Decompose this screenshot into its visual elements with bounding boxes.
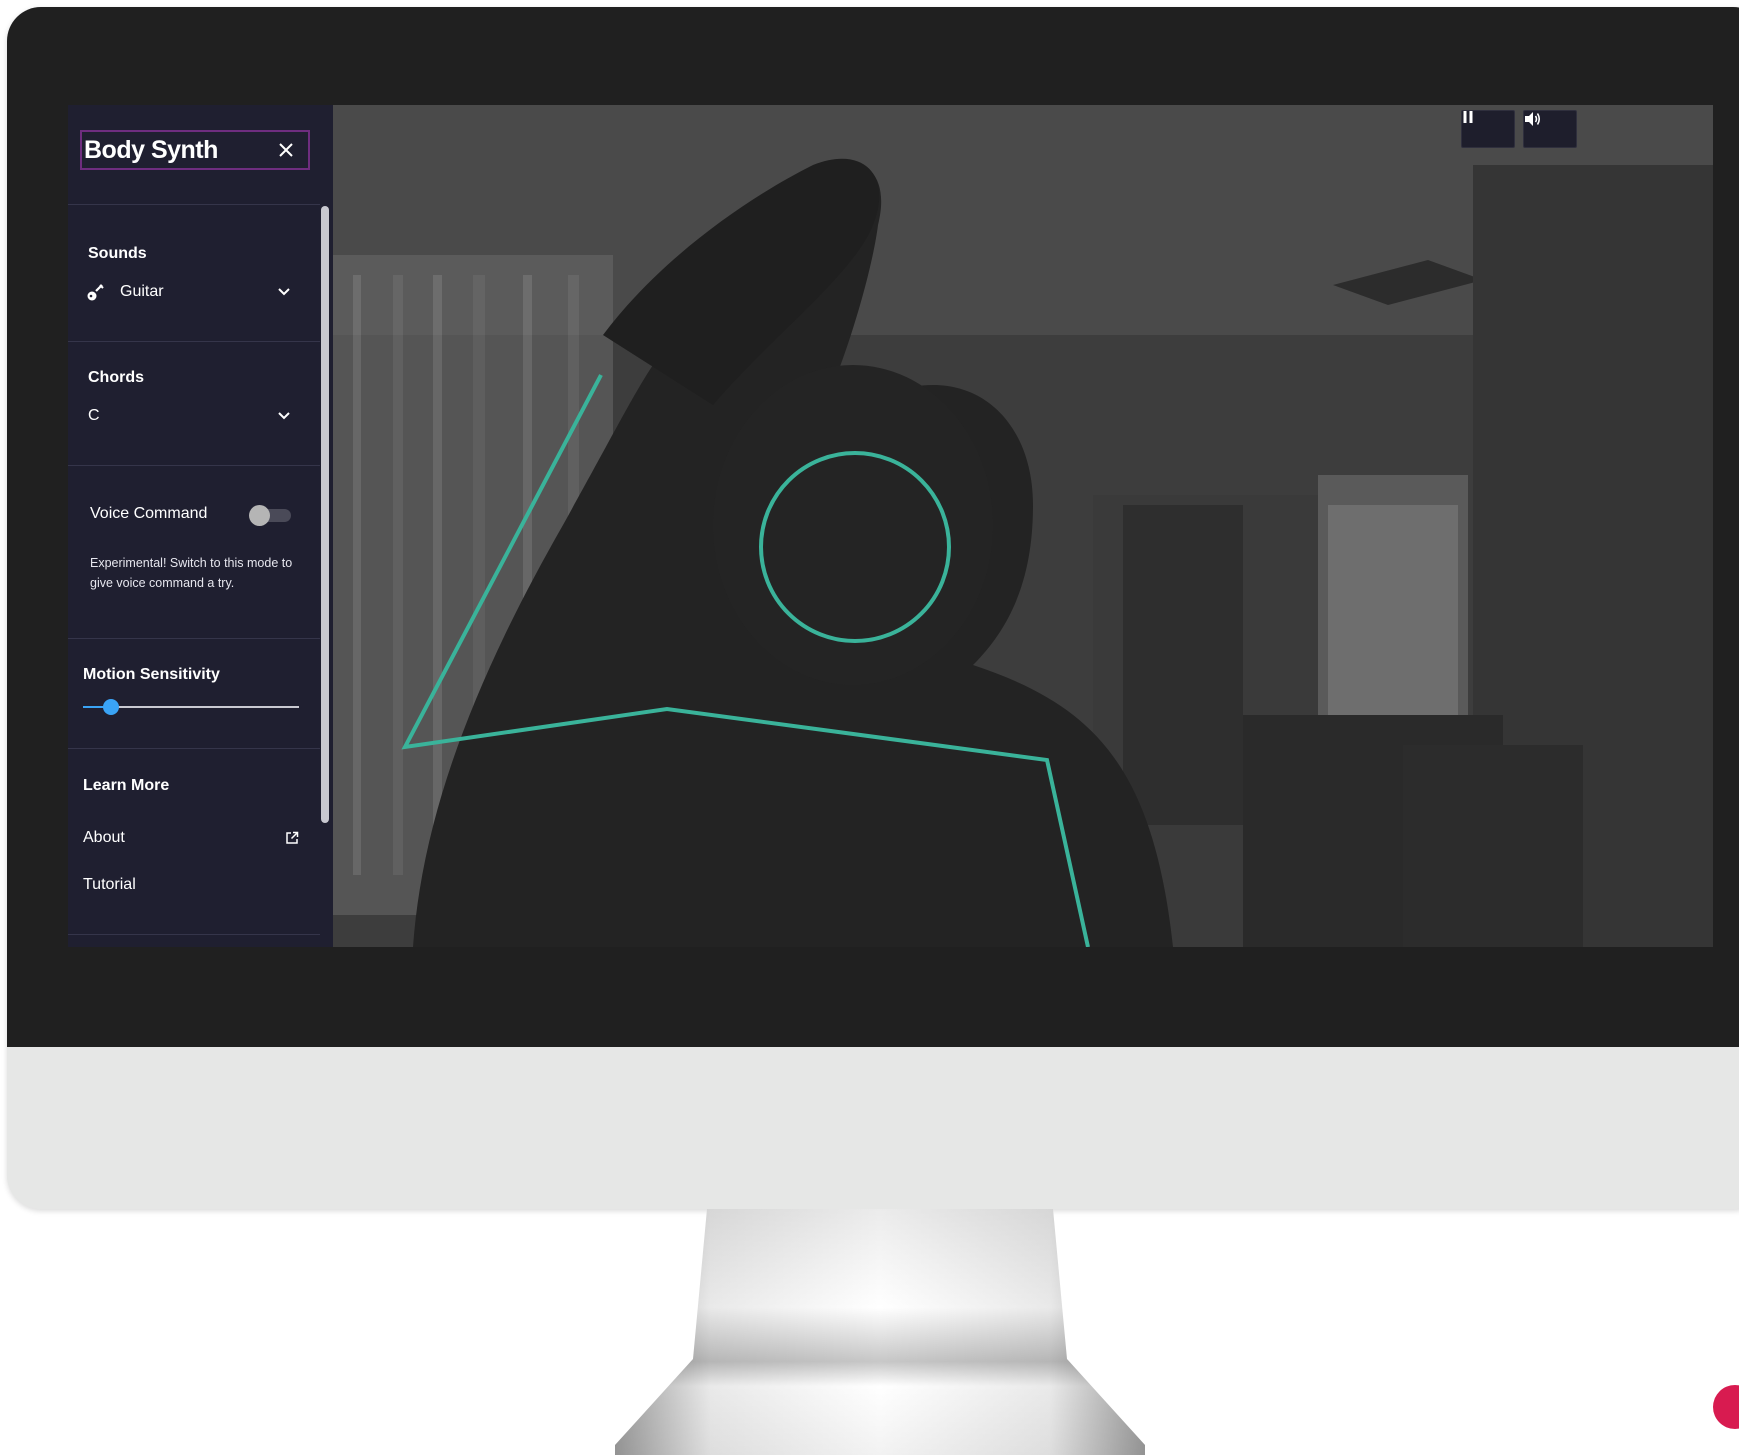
divider <box>68 934 320 935</box>
motion-sensitivity-slider[interactable] <box>83 695 299 719</box>
learn-more-label: Learn More <box>83 777 170 794</box>
chords-label: Chords <box>88 369 144 386</box>
voice-command-label: Voice Command <box>90 505 208 522</box>
external-link-icon[interactable] <box>285 831 299 845</box>
sounds-select[interactable]: Guitar <box>86 277 291 307</box>
sidebar-scroll-thumb[interactable] <box>321 206 329 823</box>
divider <box>68 748 320 749</box>
guitar-icon <box>87 284 104 301</box>
floating-action-dot[interactable] <box>1713 1385 1739 1429</box>
app-title-bar: Body Synth <box>80 130 310 170</box>
sounds-label: Sounds <box>88 245 147 262</box>
divider <box>68 638 320 639</box>
chevron-down-icon <box>278 288 290 296</box>
divider <box>68 341 320 342</box>
control-sidebar: Body Synth Sounds Guitar Chords C Voice … <box>68 105 333 947</box>
volume-icon <box>1525 112 1541 126</box>
app-title: Body Synth <box>84 136 218 164</box>
about-link[interactable]: About <box>83 829 125 847</box>
slider-thumb[interactable] <box>103 699 120 715</box>
sounds-value: Guitar <box>120 283 164 300</box>
pause-button[interactable] <box>1461 110 1515 148</box>
volume-button[interactable] <box>1523 110 1577 148</box>
app-screen: Body Synth Sounds Guitar Chords C Voice … <box>68 105 1713 947</box>
close-icon[interactable] <box>278 142 294 158</box>
monitor-chin <box>7 1047 1739 1209</box>
voice-command-note: Experimental! Switch to this mode to giv… <box>90 556 293 590</box>
chords-value: C <box>88 407 100 424</box>
motion-sensitivity-label: Motion Sensitivity <box>83 666 220 683</box>
divider <box>68 465 320 466</box>
chevron-down-icon <box>278 412 290 420</box>
voice-command-toggle[interactable] <box>249 503 293 527</box>
divider <box>68 204 320 205</box>
pause-icon <box>1463 111 1473 123</box>
tutorial-link[interactable]: Tutorial <box>83 876 136 894</box>
chords-select[interactable]: C <box>86 401 291 431</box>
camera-feed <box>333 105 1713 947</box>
